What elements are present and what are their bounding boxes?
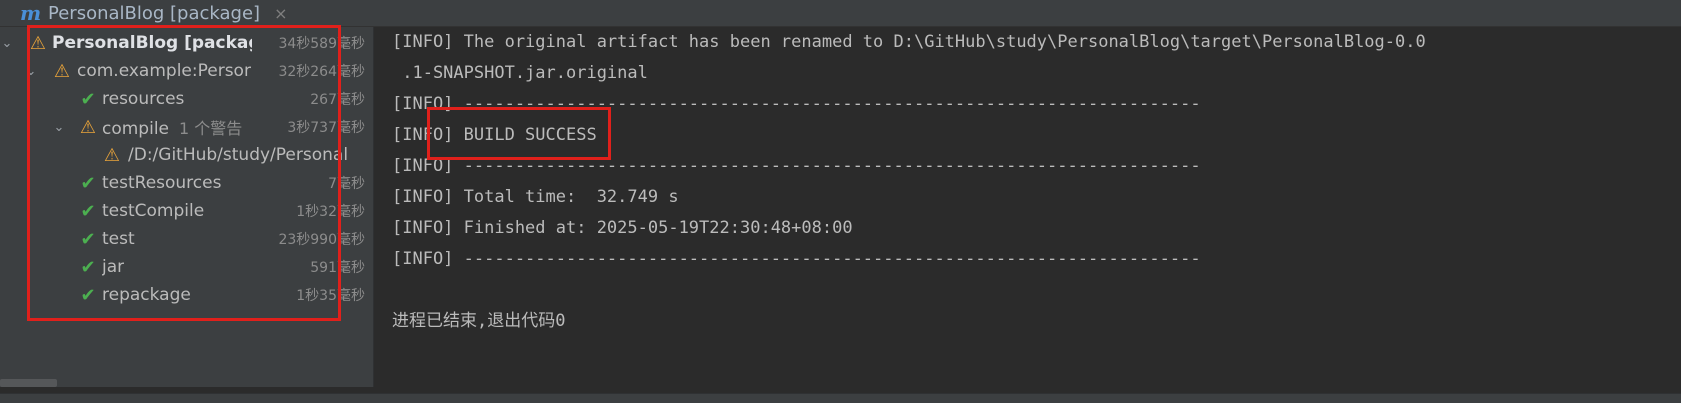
tree-row[interactable]: ✔ resources 267毫秒	[0, 84, 373, 114]
chevron-down-icon[interactable]: ⌄	[52, 120, 66, 135]
console-line: [INFO] The original artifact has been re…	[392, 32, 1426, 52]
task-duration: 1秒35毫秒	[296, 288, 365, 304]
tab-title: PersonalBlog [package]	[48, 2, 261, 24]
console-line: [INFO] ---------------------------------…	[392, 156, 1201, 176]
chevron-down-icon[interactable]: ⌄	[24, 64, 38, 79]
check-icon: ✔	[80, 284, 96, 306]
task-duration: 7毫秒	[328, 176, 365, 192]
tree-row[interactable]: ⚠ /D:/GitHub/study/Personal	[0, 140, 373, 170]
console-line: [INFO] ---------------------------------…	[392, 249, 1201, 269]
check-icon: ✔	[80, 200, 96, 222]
task-duration: 32秒264毫秒	[278, 64, 365, 80]
console-line: .1-SNAPSHOT.jar.original	[392, 63, 648, 83]
task-duration: 1秒32毫秒	[296, 204, 365, 220]
task-duration: 3秒737毫秒	[287, 120, 365, 136]
console-line: 进程已结束,退出代码0	[392, 311, 566, 331]
chevron-down-icon[interactable]: ⌄	[0, 36, 14, 51]
editor-tab-bar: m PersonalBlog [package] ×	[0, 0, 1681, 27]
maven-icon: m	[20, 1, 42, 25]
tree-row-label: /D:/GitHub/study/Personal	[128, 145, 348, 165]
tree-row-label: com.example:Persona	[77, 61, 251, 81]
task-duration: 591毫秒	[310, 260, 365, 276]
tree-row[interactable]: ✔ jar 591毫秒	[0, 252, 373, 282]
task-duration: 267毫秒	[310, 92, 365, 108]
console-panel: [INFO] The original artifact has been re…	[374, 27, 1681, 387]
tree-row-label: PersonalBlog [package]	[52, 33, 252, 53]
warning-icon: ⚠	[29, 32, 47, 54]
tree-row-label: testResources	[102, 173, 222, 193]
tree-row[interactable]: ⌄ ⚠ compile 1 个警告 3秒737毫秒	[0, 112, 373, 142]
tree-row[interactable]: ✔ testCompile 1秒32毫秒	[0, 196, 373, 226]
warning-icon: ⚠	[53, 60, 71, 82]
warning-icon: ⚠	[103, 144, 121, 166]
check-icon: ✔	[80, 88, 96, 110]
tree-row-label: resources	[102, 89, 185, 109]
task-duration: 23秒990毫秒	[278, 232, 365, 248]
tree-row[interactable]: ✔ test 23秒990毫秒	[0, 224, 373, 254]
tree-row-label: repackage	[102, 285, 191, 305]
console-line: [INFO] ---------------------------------…	[392, 94, 1201, 114]
warning-count: 1 个警告	[179, 119, 243, 138]
task-duration: 34秒589毫秒	[278, 36, 365, 52]
check-icon: ✔	[80, 256, 96, 278]
console-line: [INFO] BUILD SUCCESS	[392, 125, 597, 145]
tree-row[interactable]: ⌄ ⚠ com.example:Persona 32秒264毫秒	[0, 56, 373, 86]
console-line: [INFO] Finished at: 2025-05-19T22:30:48+…	[392, 218, 853, 238]
tree-horizontal-scrollbar[interactable]	[0, 379, 57, 387]
tree-row-label: test	[102, 229, 135, 249]
tree-row[interactable]: ✔ repackage 1秒35毫秒	[0, 280, 373, 310]
tab-personalblog-package[interactable]: m PersonalBlog [package] ×	[20, 0, 287, 26]
close-icon[interactable]: ×	[274, 4, 287, 23]
tree-row-label: testCompile	[102, 201, 205, 221]
tree-row[interactable]: ✔ testResources 7毫秒	[0, 168, 373, 198]
tree-row-label: compile 1 个警告	[102, 119, 243, 139]
check-icon: ✔	[80, 228, 96, 250]
tree-row-label: jar	[102, 257, 125, 277]
console-line: [INFO] Total time: 32.749 s	[392, 187, 679, 207]
build-tree-panel: ⌄⚠PersonalBlog [package]34秒589毫秒⌄⚠com.ex…	[0, 27, 373, 387]
check-icon: ✔	[80, 172, 96, 194]
tree-row[interactable]: ⌄ ⚠PersonalBlog [package] 34秒589毫秒	[0, 28, 373, 58]
warning-icon: ⚠	[79, 116, 97, 138]
